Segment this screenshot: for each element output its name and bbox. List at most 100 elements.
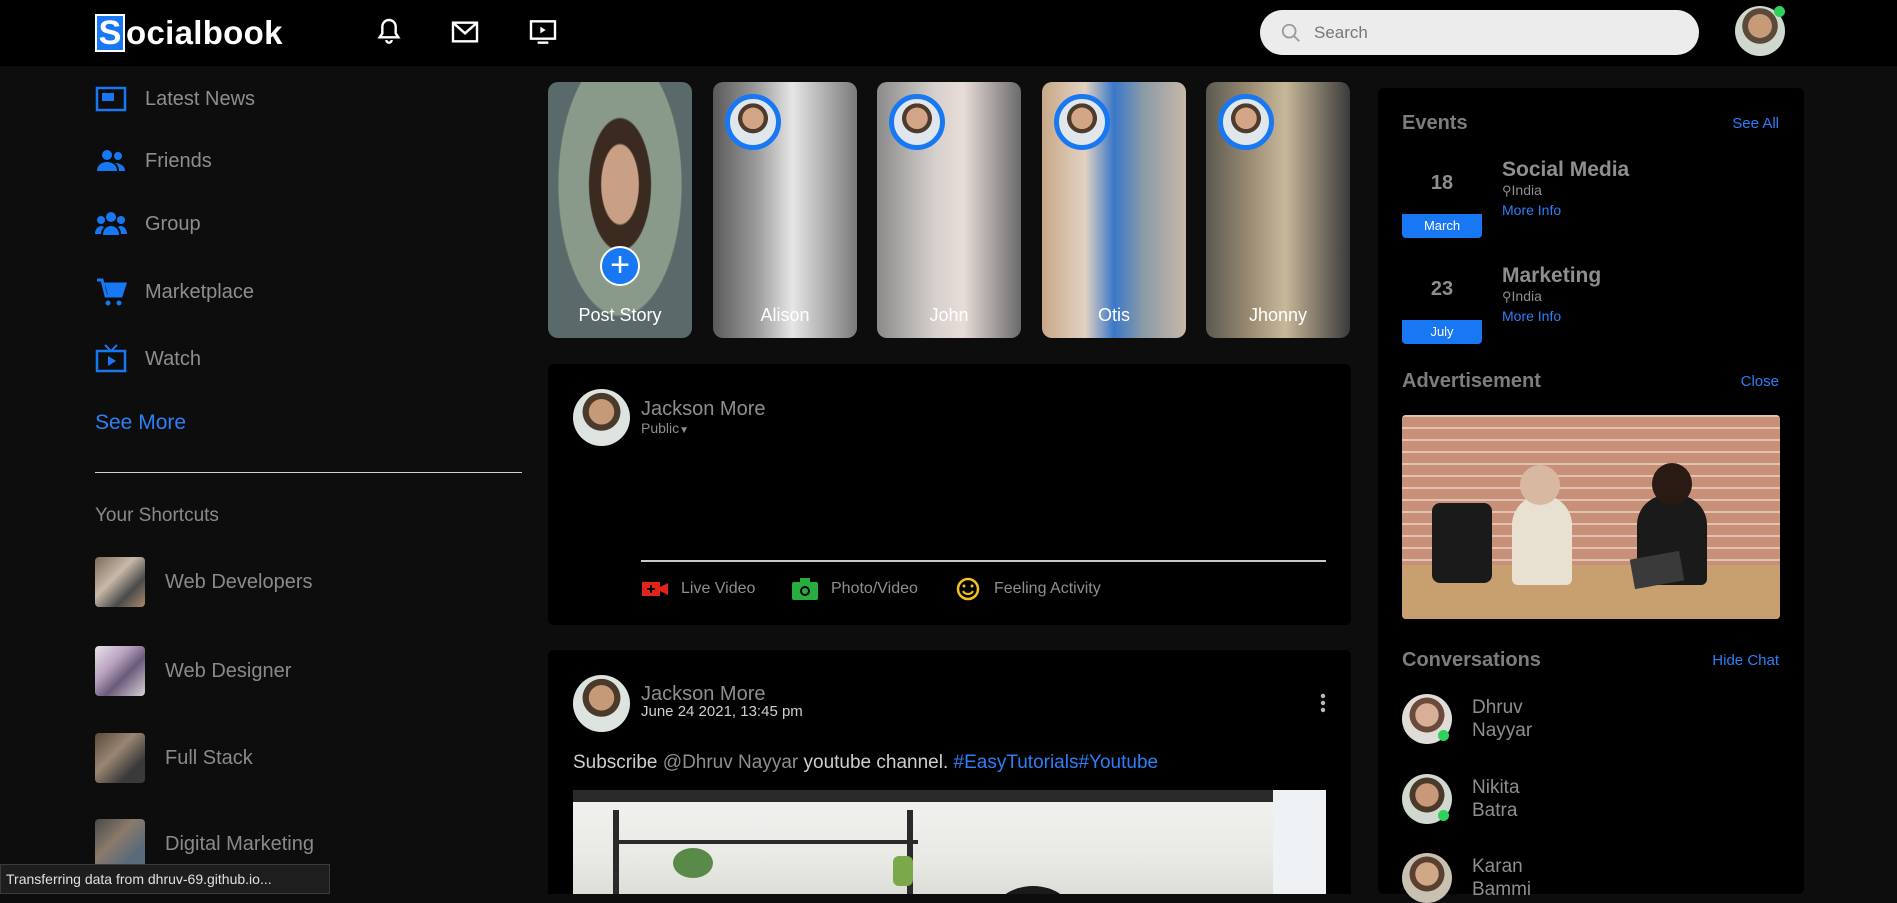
sidebar-item-label: Friends bbox=[145, 149, 212, 172]
story-post[interactable]: + Post Story bbox=[548, 82, 692, 338]
action-label: Live Video bbox=[681, 580, 756, 597]
composer-user-name: Jackson More bbox=[641, 398, 766, 420]
story-name: John bbox=[929, 305, 969, 325]
search-box[interactable] bbox=[1260, 10, 1699, 55]
event-title: Social Media bbox=[1502, 158, 1630, 181]
story-avatar bbox=[1054, 94, 1110, 150]
events-title: Events bbox=[1402, 112, 1468, 134]
post-timestamp: June 24 2021, 13:45 pm bbox=[641, 703, 803, 720]
event-date: 18 March bbox=[1402, 158, 1482, 238]
live-video-icon bbox=[642, 582, 668, 596]
shortcut-digital-marketing[interactable]: Digital Marketing bbox=[95, 819, 314, 869]
post-image[interactable] bbox=[573, 790, 1326, 894]
mail-icon[interactable] bbox=[448, 16, 482, 48]
photo-video-button[interactable]: Photo/Video bbox=[791, 577, 918, 601]
online-indicator bbox=[1774, 6, 1785, 17]
location-pin-icon: ⚲ bbox=[1502, 289, 1512, 304]
right-sidebar: Events See All 18 March Social Media ⚲In… bbox=[1378, 88, 1804, 903]
feeling-activity-button[interactable]: Feeling Activity bbox=[954, 577, 1101, 601]
more-info-link[interactable]: More Info bbox=[1502, 202, 1561, 218]
sidebar-item-friends[interactable]: Friends bbox=[95, 145, 212, 177]
conversation-item[interactable]: Dhruv Nayyar bbox=[1402, 694, 1552, 744]
search-icon bbox=[1281, 23, 1300, 42]
avatar bbox=[1402, 853, 1452, 903]
post-text: Subscribe @Dhruv Nayyar youtube channel.… bbox=[573, 752, 1159, 773]
browser-status-bar: Transferring data from dhruv-69.github.i… bbox=[0, 864, 330, 894]
tv-icon bbox=[95, 344, 127, 373]
conversation-name: Karan Bammi bbox=[1472, 856, 1532, 900]
online-indicator bbox=[1438, 730, 1449, 741]
shortcut-thumb bbox=[95, 646, 145, 696]
shortcuts-title: Your Shortcuts bbox=[95, 505, 219, 526]
event-title: Marketing bbox=[1502, 264, 1602, 287]
conversations-title: Conversations bbox=[1402, 649, 1541, 671]
divider bbox=[95, 472, 522, 473]
conversation-name: Nikita Batra bbox=[1472, 777, 1520, 821]
sidebar-item-watch[interactable]: Watch bbox=[95, 343, 201, 375]
post-composer: Jackson More Public▼ Live Video Photo/Vi… bbox=[548, 364, 1351, 625]
hide-chat-link[interactable]: Hide Chat bbox=[1712, 652, 1779, 669]
hashtag-link[interactable]: #EasyTutorials#Youtube bbox=[954, 752, 1159, 773]
avatar bbox=[1402, 774, 1452, 824]
sidebar-item-label: Watch bbox=[145, 347, 201, 370]
shortcut-thumb bbox=[95, 733, 145, 783]
cart-icon bbox=[97, 278, 127, 306]
sidebar-item-label: Group bbox=[145, 212, 201, 235]
story-avatar bbox=[1218, 94, 1274, 150]
news-icon bbox=[95, 86, 127, 112]
live-video-button[interactable]: Live Video bbox=[641, 577, 755, 601]
more-info-link[interactable]: More Info bbox=[1502, 308, 1561, 324]
story-jhonny[interactable]: Jhonny bbox=[1206, 82, 1350, 338]
chevron-down-icon: ▼ bbox=[679, 425, 690, 436]
post-card: Jackson More June 24 2021, 13:45 pm Subs… bbox=[548, 650, 1351, 894]
story-john[interactable]: John bbox=[877, 82, 1021, 338]
advertisement-image[interactable] bbox=[1402, 415, 1780, 619]
story-otis[interactable]: Otis bbox=[1042, 82, 1186, 338]
video-icon[interactable] bbox=[526, 16, 560, 48]
logo-mark: S bbox=[95, 14, 125, 52]
story-name: Otis bbox=[1097, 305, 1130, 325]
shortcut-label: Full Stack bbox=[165, 746, 253, 769]
story-avatar bbox=[889, 94, 945, 150]
story-alison[interactable]: Alison bbox=[713, 82, 857, 338]
camera-icon bbox=[792, 578, 818, 600]
shortcut-web-designer[interactable]: Web Designer bbox=[95, 646, 291, 696]
logo-text: ocialbook bbox=[126, 14, 283, 51]
online-indicator bbox=[1438, 810, 1449, 821]
shortcut-web-developers[interactable]: Web Developers bbox=[95, 557, 312, 607]
sidebar-item-marketplace[interactable]: Marketplace bbox=[95, 276, 254, 308]
more-options-icon[interactable] bbox=[1318, 692, 1328, 714]
story-avatar bbox=[725, 94, 781, 150]
event-location: ⚲India bbox=[1502, 182, 1542, 198]
avatar[interactable] bbox=[573, 389, 630, 446]
mention-link[interactable]: @Dhruv Nayyar bbox=[663, 752, 798, 773]
see-more-link[interactable]: See More bbox=[95, 411, 186, 435]
group-icon bbox=[95, 212, 127, 235]
event-day: 23 bbox=[1430, 278, 1454, 300]
sidebar-item-latest-news[interactable]: Latest News bbox=[95, 83, 255, 115]
location-pin-icon: ⚲ bbox=[1502, 183, 1512, 198]
story-name: Post Story bbox=[578, 305, 662, 325]
shortcut-thumb bbox=[95, 557, 145, 607]
search-input[interactable] bbox=[1314, 22, 1694, 43]
avatar[interactable] bbox=[573, 675, 630, 732]
conversation-item[interactable]: Nikita Batra bbox=[1402, 774, 1552, 824]
event-day: 18 bbox=[1430, 172, 1454, 194]
sidebar-item-group[interactable]: Group bbox=[95, 208, 201, 240]
shortcut-thumb bbox=[95, 819, 145, 869]
event-month: July bbox=[1402, 320, 1482, 344]
conversation-name: Dhruv Nayyar bbox=[1472, 697, 1533, 741]
conversation-item[interactable]: Karan Bammi bbox=[1402, 853, 1552, 903]
privacy-selector[interactable]: Public▼ bbox=[641, 420, 689, 436]
bell-icon[interactable] bbox=[372, 16, 406, 48]
event-date: 23 July bbox=[1402, 264, 1482, 344]
see-all-link[interactable]: See All bbox=[1732, 115, 1779, 132]
sidebar-item-label: Marketplace bbox=[145, 280, 254, 303]
add-story-button[interactable]: + bbox=[600, 246, 640, 286]
shortcut-label: Web Designer bbox=[165, 659, 292, 682]
logo[interactable]: S ocialbook bbox=[95, 14, 283, 52]
shortcut-full-stack[interactable]: Full Stack bbox=[95, 733, 253, 783]
close-ad-link[interactable]: Close bbox=[1741, 373, 1779, 390]
sidebar-item-label: Latest News bbox=[145, 87, 256, 110]
event-location: ⚲India bbox=[1502, 288, 1542, 304]
